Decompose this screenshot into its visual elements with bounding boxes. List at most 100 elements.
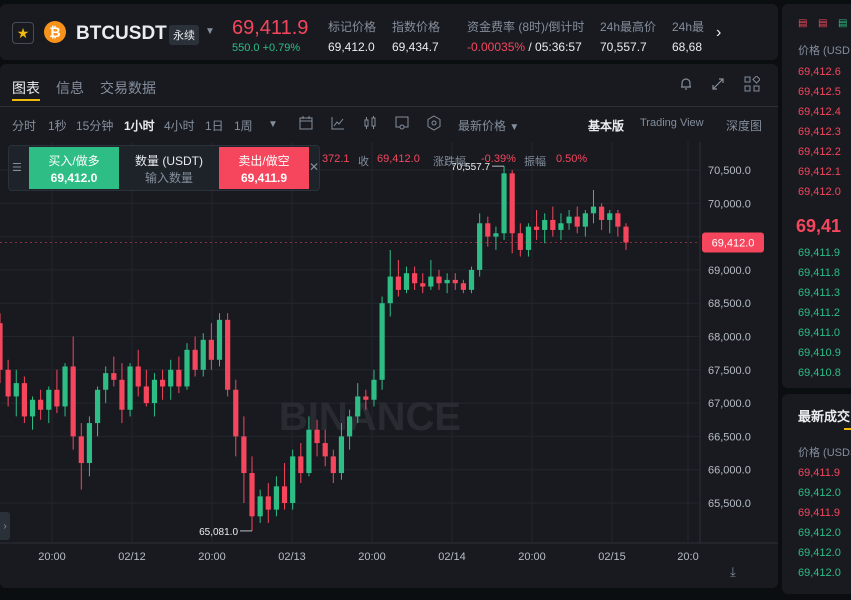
orderbook-bid-row[interactable]: 69,411.8 xyxy=(798,267,840,279)
funding-rate-label[interactable]: 资金费率 (8时)/倒计时 xyxy=(467,18,584,35)
mark-price-label[interactable]: 标记价格 xyxy=(328,18,376,35)
view-depth[interactable]: 深度图 xyxy=(726,117,762,134)
orderbook-ask-row[interactable]: 69,412.3 xyxy=(798,126,841,138)
candle xyxy=(525,223,532,257)
line-chart-icon[interactable] xyxy=(329,114,347,132)
interval-dropdown-icon[interactable]: ▼ xyxy=(268,119,278,130)
candle xyxy=(582,209,588,237)
orderbook-ask-row[interactable]: 69,412.0 xyxy=(798,186,841,198)
candle xyxy=(29,396,36,430)
candle-body xyxy=(558,223,564,230)
orderbook-ask-row[interactable]: 69,412.5 xyxy=(798,86,841,98)
price-change: 550.0 +0.79% xyxy=(232,42,301,54)
view-tradingview[interactable]: Trading View xyxy=(640,117,704,129)
candle xyxy=(533,209,540,240)
candle xyxy=(257,489,263,523)
candle-body xyxy=(485,223,491,237)
orderbook-bid-row[interactable]: 69,411.2 xyxy=(798,307,840,319)
candle xyxy=(103,366,109,404)
tab-trading-data[interactable]: 交易数据 xyxy=(100,78,156,98)
candle xyxy=(574,206,580,234)
tab-chart[interactable]: 图表 xyxy=(12,78,40,98)
orderbook-bid-row[interactable]: 69,411.0 xyxy=(798,327,840,339)
close-icon[interactable]: ✕ xyxy=(309,160,319,174)
candle-body xyxy=(395,276,401,290)
y-tick-label: 70,500.0 xyxy=(708,165,751,177)
interval-1w[interactable]: 1周 xyxy=(234,117,253,134)
orderbook-asks-icon[interactable]: ▤ xyxy=(818,18,827,29)
orderbook-both-icon[interactable]: ▤ xyxy=(798,18,807,29)
candle-body xyxy=(265,496,271,510)
drag-handle-icon[interactable]: ☰ xyxy=(12,161,22,174)
candle-body xyxy=(599,206,605,220)
interval-4h[interactable]: 4小时 xyxy=(164,117,195,134)
ohlc-close-label: 收 xyxy=(358,156,369,168)
price-type-select[interactable]: 最新价格 ▼ xyxy=(458,117,519,134)
candle-body xyxy=(54,389,60,407)
index-price-label[interactable]: 指数价格 xyxy=(392,18,440,35)
interval-1s[interactable]: 1秒 xyxy=(48,117,67,134)
candle-body xyxy=(273,486,280,510)
x-tick-label: 20:00 xyxy=(358,551,386,563)
candle-body xyxy=(379,303,385,380)
bell-icon[interactable] xyxy=(676,74,696,94)
chevron-right-icon[interactable]: › xyxy=(716,24,721,42)
candle-body xyxy=(21,383,27,417)
high-24h-label: 24h最高价 xyxy=(600,20,657,34)
candlestick-icon[interactable] xyxy=(361,114,379,132)
index-price-value: 69,434.7 xyxy=(392,40,439,54)
quantity-input[interactable]: 数量 (USDT) 输入数量 xyxy=(121,147,217,189)
y-tick-label: 68,000.0 xyxy=(708,332,751,344)
orderbook-ask-row[interactable]: 69,412.1 xyxy=(798,166,841,178)
candle-body xyxy=(444,279,450,284)
orderbook-ask-row[interactable]: 69,412.4 xyxy=(798,106,841,118)
scroll-to-latest-icon[interactable]: ⤓ xyxy=(730,564,736,580)
favorite-star-icon[interactable]: ★ xyxy=(12,22,34,44)
calendar-icon[interactable] xyxy=(297,114,315,132)
orderbook-ask-row[interactable]: 69,412.2 xyxy=(798,146,841,158)
low-24h-value: 68,68 xyxy=(672,40,703,54)
candle xyxy=(176,356,182,394)
sell-short-button[interactable]: 卖出/做空 69,411.9 xyxy=(219,147,309,189)
buy-long-button[interactable]: 买入/做多 69,412.0 xyxy=(29,147,119,189)
interval-1d[interactable]: 1日 xyxy=(205,117,224,134)
expand-icon[interactable] xyxy=(708,74,728,94)
candle xyxy=(298,443,304,484)
orderbook-bids-icon[interactable]: ▤ xyxy=(838,18,847,29)
candle-body xyxy=(281,486,288,503)
orderbook-bid-row[interactable]: 69,410.9 xyxy=(798,347,841,359)
interval-time[interactable]: 分时 xyxy=(12,117,36,134)
candle xyxy=(216,313,223,367)
x-tick-label: 02/12 xyxy=(118,551,146,563)
quantity-label: 数量 (USDT) xyxy=(135,154,203,168)
ohlc-change-label: 涨跌幅 xyxy=(433,156,466,168)
candle-body xyxy=(533,226,540,230)
indicator-settings-icon[interactable] xyxy=(393,114,411,132)
tab-divider xyxy=(0,106,778,107)
candle xyxy=(599,203,605,230)
orderbook-panel: ▤ ▤ ▤ 价格 (USD 69,412.6 69,412.5 69,412.4 69… xyxy=(782,4,851,388)
expand-sidebar-icon[interactable]: › xyxy=(0,512,10,540)
candle xyxy=(460,279,467,294)
candle-body xyxy=(623,226,629,243)
interval-15m[interactable]: 15分钟 xyxy=(76,117,113,134)
interval-1h[interactable]: 1小时 xyxy=(124,117,155,134)
candle xyxy=(5,359,11,407)
symbol-name[interactable]: BTCUSDT xyxy=(76,23,167,45)
candle-body xyxy=(151,379,158,404)
candle-body xyxy=(566,216,572,224)
candle xyxy=(94,386,101,437)
candle-body xyxy=(298,456,304,474)
candle xyxy=(38,389,44,420)
orderbook-bid-row[interactable]: 69,411.9 xyxy=(798,247,840,259)
orderbook-bid-row[interactable]: 69,411.3 xyxy=(798,287,840,299)
settings-hex-icon[interactable] xyxy=(425,114,443,132)
orderbook-bid-row[interactable]: 69,410.8 xyxy=(798,367,841,379)
price-type-dropdown-icon: ▼ xyxy=(509,122,520,133)
candlestick-chart[interactable]: 65,500.0 66,000.0 66,500.0 67,000.0 67,500.0… xyxy=(0,142,778,582)
symbol-dropdown-icon[interactable]: ▼ xyxy=(205,26,215,37)
orderbook-ask-row[interactable]: 69,412.6 xyxy=(798,66,841,78)
layout-grid-icon[interactable] xyxy=(742,74,762,94)
tab-info[interactable]: 信息 xyxy=(56,78,84,98)
view-basic[interactable]: 基本版 xyxy=(588,117,624,134)
